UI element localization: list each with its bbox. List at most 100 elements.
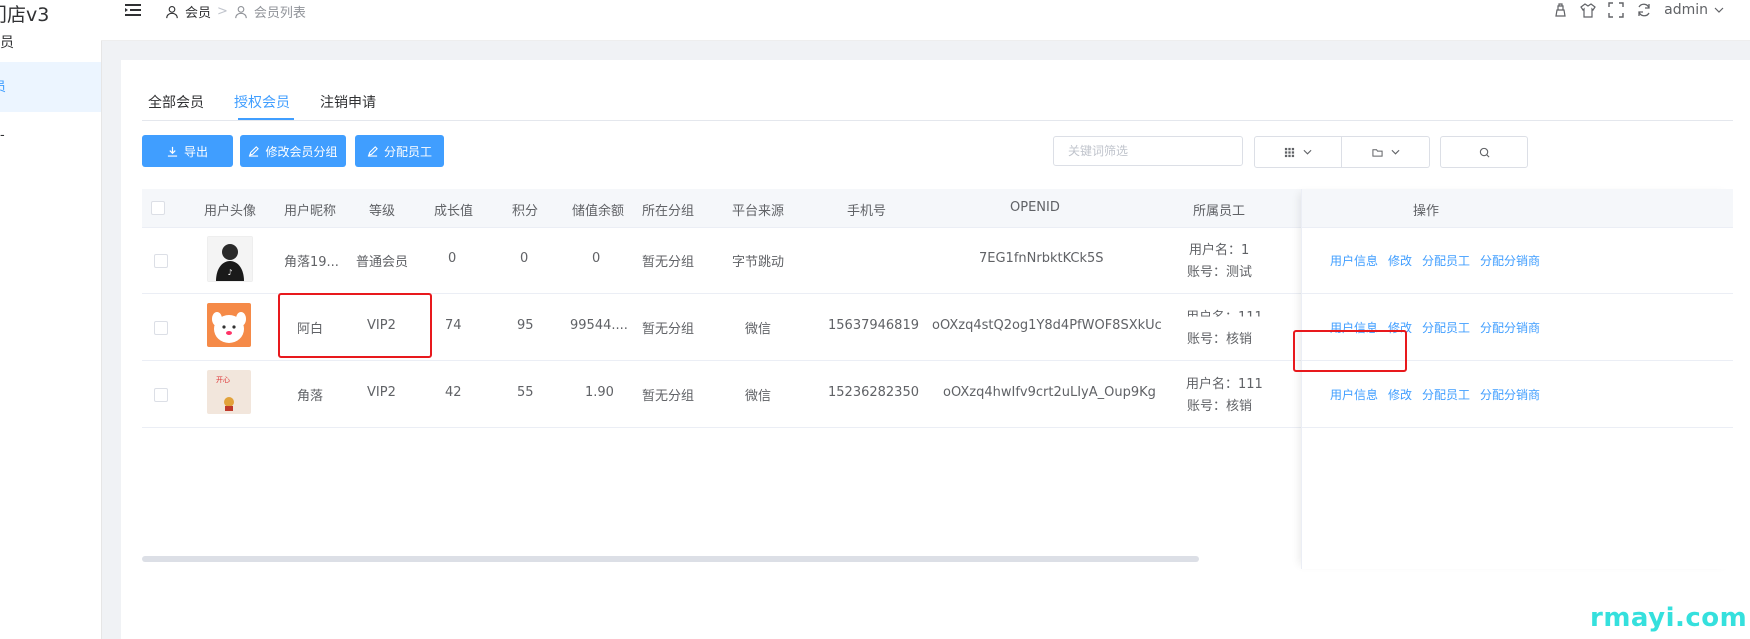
avatar: ♪: [207, 236, 253, 282]
cell-platform: 微信: [745, 322, 772, 337]
sidebar: 门店v3 员 员 -: [0, 0, 102, 639]
edit-group-button[interactable]: 修改会员分组: [240, 135, 346, 167]
cell-staff-user: 用户名：1: [1189, 243, 1250, 258]
fixed-actions-column: [1301, 189, 1734, 569]
content-card: 全部会员 授权会员 注销申请 导出 修改会员分组 分配员工 关键词筛选 用户头像…: [121, 60, 1750, 639]
avatar-image: ♪: [208, 237, 252, 281]
tab-all-members[interactable]: 全部会员: [148, 92, 204, 112]
edit-icon: [367, 145, 378, 157]
cell-openid: oOXzq4stQ2og1Y8d4PfWOF8SXkUc: [932, 318, 1162, 333]
breadcrumb: 会员 > 会员列表: [165, 2, 306, 21]
th-avatar: 用户头像: [204, 204, 257, 219]
cell-points: 95: [517, 318, 534, 333]
download-icon: [167, 146, 178, 157]
column-settings-dropdown[interactable]: [1254, 136, 1342, 168]
select-all-checkbox[interactable]: [151, 201, 165, 215]
export-label: 导出: [183, 144, 208, 159]
assign-staff-label: 分配员工: [383, 144, 432, 159]
menu-fold-icon[interactable]: [125, 3, 141, 17]
th-growth: 成长值: [434, 204, 474, 219]
cell-staff-account: 账号：核销: [1187, 332, 1253, 347]
row-checkbox[interactable]: [154, 321, 168, 335]
cell-group: 暂无分组: [642, 255, 695, 270]
assign-staff-button[interactable]: 分配员工: [355, 135, 444, 167]
cell-growth: 42: [445, 385, 462, 400]
cell-phone: 15236282350: [828, 385, 919, 400]
th-nickname: 用户昵称: [284, 204, 337, 219]
user-menu[interactable]: admin: [1664, 2, 1724, 18]
th-level: 等级: [369, 204, 396, 219]
tab-cancel-requests[interactable]: 注销申请: [320, 92, 376, 112]
cell-points: 55: [517, 385, 534, 400]
app-brand: 门店v3: [0, 4, 50, 26]
search-button[interactable]: [1440, 136, 1528, 168]
th-openid: OPENID: [1010, 200, 1060, 215]
cell-staff-account: 账号：测试: [1187, 265, 1253, 280]
skin-icon[interactable]: [1580, 2, 1596, 18]
cell-platform: 微信: [745, 389, 772, 404]
breadcrumb-separator: >: [217, 4, 228, 19]
avatar-image: 开心: [207, 370, 251, 414]
username: admin: [1664, 2, 1708, 18]
search-icon: [1479, 147, 1489, 157]
cell-group: 暂无分组: [642, 389, 695, 404]
cell-level: 普通会员: [356, 255, 409, 270]
cell-staff-user: 用户名：111: [1186, 310, 1263, 325]
refresh-icon[interactable]: [1636, 2, 1652, 18]
sidebar-item-members[interactable]: 员: [0, 62, 101, 112]
chevron-down-icon: [1714, 7, 1724, 13]
th-platform: 平台来源: [732, 204, 785, 219]
th-phone: 手机号: [847, 204, 887, 219]
cell-staff-user: 用户名：111: [1186, 377, 1263, 392]
svg-text:开心: 开心: [216, 376, 230, 384]
sidebar-item-label: 员: [0, 76, 6, 95]
breadcrumb-item[interactable]: 会员: [185, 2, 211, 21]
th-points: 积分: [512, 204, 539, 219]
edit-group-label: 修改会员分组: [265, 144, 338, 159]
top-header: 会员 > 会员列表 admin: [101, 0, 1750, 41]
cell-balance: 0: [592, 251, 601, 266]
user-icon: [235, 5, 247, 18]
folder-icon: [1371, 148, 1383, 157]
keyword-search-input[interactable]: 关键词筛选: [1053, 136, 1243, 166]
th-balance: 储值余额: [572, 204, 625, 219]
cell-nickname: 角落: [297, 389, 324, 404]
header-actions: admin: [1552, 2, 1724, 18]
th-staff: 所属员工: [1193, 204, 1246, 219]
cleaner-icon[interactable]: [1552, 2, 1568, 18]
tab-authorized-members[interactable]: 授权会员: [234, 92, 290, 112]
row-checkbox[interactable]: [154, 388, 168, 402]
cell-balance: 99544....: [570, 318, 628, 333]
folder-dropdown[interactable]: [1342, 136, 1430, 168]
cell-balance: 1.90: [585, 385, 614, 400]
chevron-down-icon: [1391, 149, 1399, 155]
app-brand-sub: 员: [0, 35, 14, 51]
grid-icon: [1284, 147, 1295, 157]
cell-level: VIP2: [367, 385, 396, 400]
watermark: rmayi.com: [1590, 603, 1748, 633]
cell-points: 0: [520, 251, 529, 266]
avatar: [207, 303, 251, 347]
th-group: 所在分组: [642, 204, 695, 219]
member-tabs: 全部会员 授权会员 注销申请: [142, 92, 1733, 121]
cell-staff-account: 账号：核销: [1187, 399, 1253, 414]
cell-nickname: 阿白: [297, 322, 324, 337]
cell-platform: 字节跳动: [732, 255, 785, 270]
cell-nickname: 角落19...: [284, 255, 339, 270]
row-checkbox[interactable]: [154, 254, 168, 268]
cell-growth: 0: [448, 251, 457, 266]
fullscreen-icon[interactable]: [1608, 2, 1624, 18]
cell-openid: 7EG1fnNrbktKCk5S: [979, 251, 1104, 266]
cell-openid: oOXzq4hwIfv9crt2uLIyA_Oup9Kg: [943, 385, 1156, 400]
user-icon: [166, 5, 178, 18]
svg-text:♪: ♪: [227, 268, 232, 277]
export-button[interactable]: 导出: [142, 135, 233, 167]
tab-active-bar: [238, 118, 294, 120]
avatar-image: [207, 303, 251, 347]
sidebar-item-other[interactable]: -: [0, 128, 5, 143]
cell-growth: 74: [445, 318, 462, 333]
horizontal-scrollbar[interactable]: [142, 556, 1199, 562]
cell-group: 暂无分组: [642, 322, 695, 337]
avatar: 开心: [207, 370, 251, 414]
breadcrumb-item-current: 会员列表: [253, 6, 306, 21]
